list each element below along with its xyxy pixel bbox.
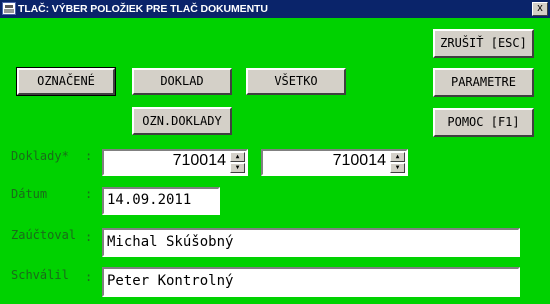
pomoc-button-label: POMOC [F1] [447, 115, 520, 129]
close-button[interactable]: x [532, 2, 548, 16]
doklady-from-field[interactable]: 710014 ▲ ▼ [102, 149, 248, 176]
doklad-button-label: DOKLAD [160, 74, 204, 88]
zrusit-button-label: ZRUŠIŤ [ESC] [440, 36, 527, 50]
datum-label: Dátum [11, 187, 48, 201]
zauctoval-colon: : [85, 230, 93, 244]
vsetko-button-label: VŠETKO [274, 74, 318, 88]
datum-colon: : [85, 187, 93, 201]
datum-field[interactable]: 14.09.2011 [102, 187, 220, 215]
zauctoval-field[interactable]: Michal Skúšobný [102, 228, 520, 257]
schvalil-value: Peter Kontrolný [107, 273, 234, 289]
zauctoval-label: Zaúčtoval [11, 228, 77, 242]
parametre-button[interactable]: PARAMETRE [433, 68, 534, 97]
zrusit-button[interactable]: ZRUŠIŤ [ESC] [433, 29, 534, 58]
title-bar: TLAČ: VÝBER POLOŽIEK PRE TLAČ DOKUMENTU … [0, 0, 550, 18]
spin-up-icon[interactable]: ▲ [230, 152, 245, 162]
doklady-to-spinner: ▲ ▼ [390, 152, 405, 173]
oznacene-button-label: OZNAČENÉ [37, 74, 95, 88]
oznacene-button[interactable]: OZNAČENÉ [16, 67, 116, 96]
doklady-to-value: 710014 [332, 152, 386, 169]
schvalil-field[interactable]: Peter Kontrolný [102, 267, 520, 297]
schvalil-colon: : [85, 270, 93, 284]
spin-up-icon[interactable]: ▲ [390, 152, 405, 162]
vsetko-button[interactable]: VŠETKO [246, 68, 346, 95]
spin-down-icon[interactable]: ▼ [390, 163, 405, 173]
pomoc-button[interactable]: POMOC [F1] [433, 108, 534, 137]
spin-down-icon[interactable]: ▼ [230, 163, 245, 173]
zauctoval-value: Michal Skúšobný [107, 234, 234, 250]
printer-icon [2, 2, 16, 15]
doklady-from-spinner: ▲ ▼ [230, 152, 245, 173]
doklad-button[interactable]: DOKLAD [132, 68, 232, 95]
ozn-doklady-button-label: OZN.DOKLADY [142, 114, 222, 128]
parametre-button-label: PARAMETRE [450, 75, 517, 89]
datum-value: 14.09.2011 [107, 192, 192, 208]
window-title: TLAČ: VÝBER POLOŽIEK PRE TLAČ DOKUMENTU [18, 3, 268, 15]
doklady-label: Doklady* [11, 149, 69, 163]
doklady-from-value: 710014 [172, 152, 226, 169]
doklady-colon: : [85, 149, 93, 163]
print-dialog-window: TLAČ: VÝBER POLOŽIEK PRE TLAČ DOKUMENTU … [0, 0, 550, 304]
doklady-to-field[interactable]: 710014 ▲ ▼ [261, 149, 408, 176]
ozn-doklady-button[interactable]: OZN.DOKLADY [132, 107, 232, 135]
schvalil-label: Schválil [11, 268, 69, 282]
